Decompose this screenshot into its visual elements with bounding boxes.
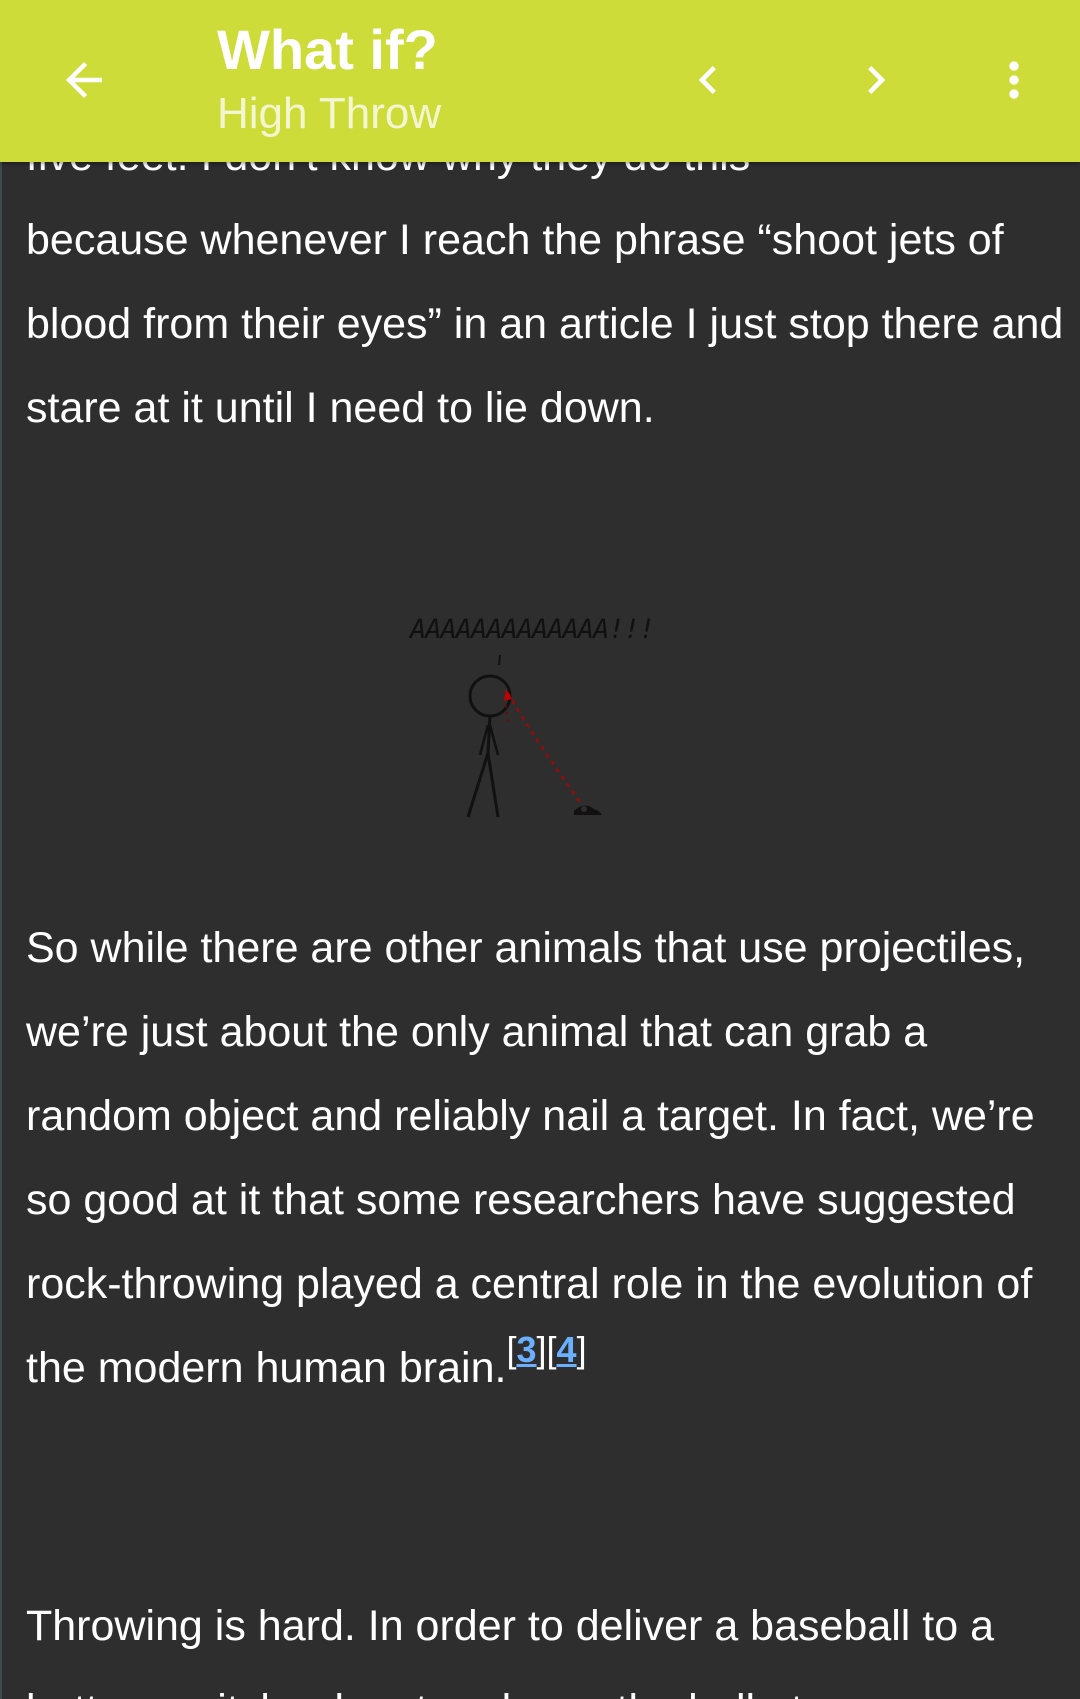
article-subtitle: High Throw — [217, 89, 442, 138]
title-block: What if? High Throw — [217, 14, 441, 140]
next-article-button[interactable] — [828, 32, 924, 128]
paragraph-3-text: Throwing is hard. In order to deliver a … — [26, 1602, 995, 1699]
article-paragraph-2: So while there are other animals that us… — [26, 906, 1066, 1410]
article-content: five feet. I don’t know why they do this… — [0, 0, 1080, 1699]
comic-caption: AAAAAAAAAAAAA!!! — [410, 614, 655, 645]
chevron-right-icon — [868, 66, 886, 94]
overflow-menu-button[interactable] — [966, 32, 1062, 128]
arrow-left-icon — [66, 62, 102, 98]
more-vertical-icon — [1009, 61, 1019, 99]
citation-link-3[interactable]: 3 — [516, 1329, 536, 1370]
app-bar: What if? High Throw — [0, 0, 1080, 162]
app-title: What if? — [217, 18, 438, 81]
content-edge — [0, 0, 2, 1699]
paragraph-2-text: So while there are other animals that us… — [26, 924, 1035, 1392]
citation-group: [3][4] — [506, 1329, 587, 1370]
chevron-left-icon — [698, 66, 716, 94]
previous-article-button[interactable] — [660, 32, 756, 128]
citation-link-4[interactable]: 4 — [557, 1329, 577, 1370]
article-paragraph-3: Throwing is hard. In order to deliver a … — [26, 1584, 1066, 1699]
back-button[interactable] — [36, 32, 132, 128]
paragraph-1-text: because whenever I reach the phrase “sho… — [26, 216, 1064, 432]
article-paragraph-1: five feet. I don’t know why they do this… — [26, 114, 1066, 450]
